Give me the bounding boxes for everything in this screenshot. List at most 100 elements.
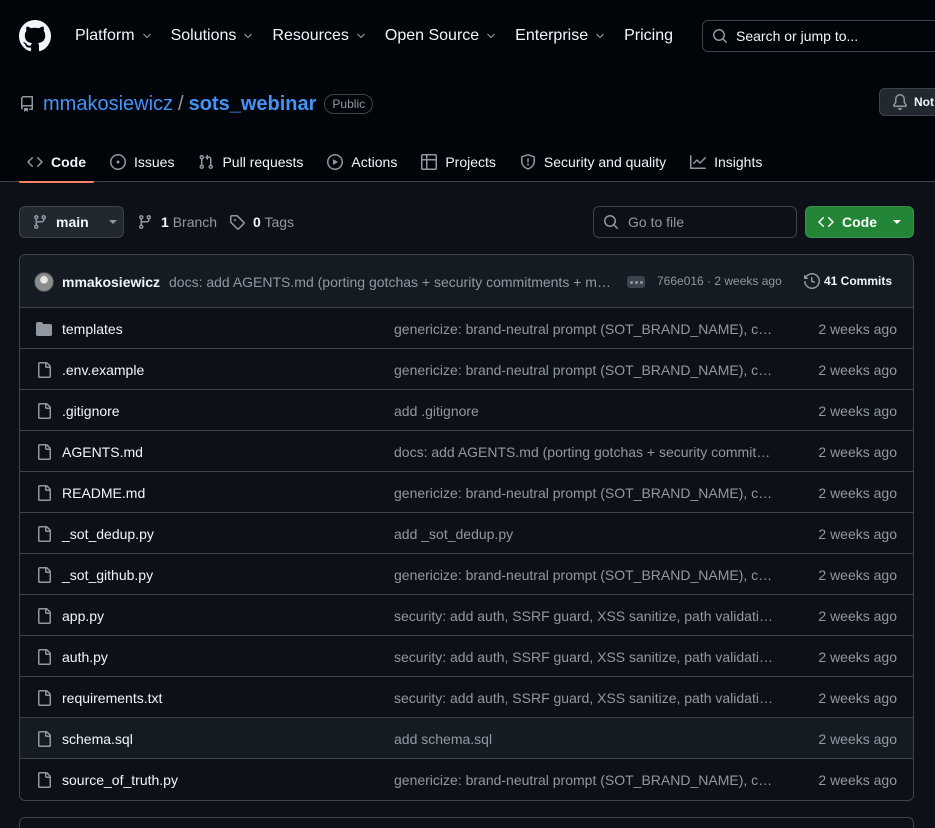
tags-link[interactable]: 0 Tags — [229, 206, 294, 238]
issue-opened-icon — [110, 154, 126, 170]
file-commit-message-link[interactable]: add schema.sql — [394, 731, 774, 747]
branches-link[interactable]: 1 Branch — [137, 206, 217, 238]
file-name-link[interactable]: .env.example — [62, 362, 144, 378]
code-icon — [27, 154, 43, 170]
file-commit-age: 2 weeks ago — [818, 321, 897, 337]
commit-author-link[interactable]: mmakosiewicz — [62, 274, 160, 290]
table-row[interactable]: templates genericize: brand-neutral promp… — [20, 308, 913, 349]
file-name-link[interactable]: app.py — [62, 608, 104, 624]
table-row[interactable]: README.md genericize: brand-neutral promp… — [20, 472, 913, 513]
file-commit-age: 2 weeks ago — [818, 731, 897, 747]
file-icon — [36, 485, 52, 501]
file-commit-age: 2 weeks ago — [818, 526, 897, 542]
table-row[interactable]: _sot_github.py genericize: brand-neutral … — [20, 554, 913, 595]
file-commit-age: 2 weeks ago — [818, 403, 897, 419]
table-row[interactable]: .gitignore add .gitignore 2 weeks ago — [20, 390, 913, 431]
nav-item-platform[interactable]: Platform — [75, 27, 153, 45]
search-input[interactable]: Search or jump to... — [702, 20, 935, 52]
visibility-badge: Public — [324, 94, 374, 114]
chevron-down-icon — [485, 30, 497, 42]
avatar[interactable] — [34, 272, 54, 292]
code-dropdown-button[interactable]: Code — [805, 206, 914, 238]
nav-item-solutions[interactable]: Solutions — [171, 27, 255, 45]
nav-item-label: Open Source — [384, 27, 480, 44]
commit-message-link[interactable]: docs: add AGENTS.md (porting gotchas + s… — [169, 274, 612, 290]
file-commit-message-link[interactable]: security: add auth, SSRF guard, XSS sani… — [394, 649, 774, 665]
file-commit-age: 2 weeks ago — [818, 567, 897, 583]
table-row[interactable]: .env.example genericize: brand-neutral pr… — [20, 349, 913, 390]
nav-item-label: Enterprise — [515, 27, 589, 44]
file-commit-message-link[interactable]: security: add auth, SSRF guard, XSS sani… — [394, 608, 774, 624]
file-name-link[interactable]: AGENTS.md — [62, 444, 143, 460]
file-commit-age: 2 weeks ago — [818, 608, 897, 624]
repo-header: mmakosiewicz / sots_webinar Public Not C… — [0, 72, 935, 183]
table-row[interactable]: auth.py security: add auth, SSRF guard, X… — [20, 636, 913, 677]
commit-sha-time[interactable]: 766e016 · 2 weeks ago — [657, 274, 782, 288]
tab-security-and-quality[interactable]: Security and quality — [512, 142, 674, 182]
commit-expand-button[interactable] — [627, 276, 645, 288]
nav-item-label: Platform — [75, 27, 135, 44]
commits-count-label: 41 Commits — [824, 274, 893, 288]
repo-icon — [19, 96, 35, 112]
file-name-link[interactable]: source_of_truth.py — [62, 772, 178, 788]
repo-name-link[interactable]: sots_webinar — [189, 93, 317, 116]
file-name-link[interactable]: .gitignore — [62, 403, 120, 419]
tab-label: Code — [51, 154, 86, 170]
repo-title: mmakosiewicz / sots_webinar Public — [19, 91, 374, 117]
file-commit-message-link[interactable]: genericize: brand-neutral prompt (SOT_BR… — [394, 362, 774, 378]
tab-label: Issues — [134, 154, 175, 170]
tab-projects[interactable]: Projects — [413, 142, 504, 182]
notifications-button[interactable]: Not — [879, 88, 935, 116]
go-to-file-input[interactable]: Go to file — [593, 206, 797, 238]
bell-icon — [892, 94, 908, 110]
table-row[interactable]: AGENTS.md docs: add AGENTS.md (porting go… — [20, 431, 913, 472]
file-commit-message-link[interactable]: docs: add AGENTS.md (porting gotchas + s… — [394, 444, 774, 460]
file-name-link[interactable]: _sot_github.py — [62, 567, 153, 583]
file-name-link[interactable]: schema.sql — [62, 731, 133, 747]
file-name-link[interactable]: requirements.txt — [62, 690, 162, 706]
chevron-down-icon — [355, 30, 367, 42]
file-icon — [36, 772, 52, 788]
table-row[interactable]: source_of_truth.py genericize: brand-neut… — [20, 759, 913, 800]
file-commit-message-link[interactable]: genericize: brand-neutral prompt (SOT_BR… — [394, 772, 774, 788]
file-name-link[interactable]: templates — [62, 321, 123, 337]
table-icon — [421, 154, 438, 170]
file-icon — [36, 567, 52, 583]
tab-code[interactable]: Code — [19, 142, 94, 183]
chevron-down-icon — [242, 30, 254, 42]
file-commit-message-link[interactable]: genericize: brand-neutral prompt (SOT_BR… — [394, 567, 774, 583]
tab-pull-requests[interactable]: Pull requests — [190, 142, 311, 182]
code-icon — [818, 214, 834, 230]
tab-actions[interactable]: Actions — [319, 142, 405, 182]
file-name-link[interactable]: _sot_dedup.py — [62, 526, 154, 542]
file-commit-message-link[interactable]: genericize: brand-neutral prompt (SOT_BR… — [394, 485, 774, 501]
nav-item-enterprise[interactable]: Enterprise — [515, 27, 606, 45]
file-commit-message-link[interactable]: genericize: brand-neutral prompt (SOT_BR… — [394, 321, 774, 337]
nav-item-pricing[interactable]: Pricing — [624, 27, 673, 45]
repo-separator: / — [178, 92, 184, 115]
branch-name: main — [56, 214, 89, 230]
table-row[interactable]: requirements.txt security: add auth, SSRF… — [20, 677, 913, 718]
file-commit-message-link[interactable]: add _sot_dedup.py — [394, 526, 774, 542]
branch-selector-button[interactable]: main — [19, 206, 124, 238]
file-commit-message-link[interactable]: security: add auth, SSRF guard, XSS sani… — [394, 690, 774, 706]
tab-insights[interactable]: Insights — [682, 142, 770, 182]
nav-item-open-source[interactable]: Open Source — [385, 27, 497, 45]
table-row[interactable]: app.py security: add auth, SSRF guard, XS… — [20, 595, 913, 636]
file-commit-message-link[interactable]: add .gitignore — [394, 403, 774, 419]
branch-count: 1 — [161, 214, 169, 230]
table-row[interactable]: _sot_dedup.py add _sot_dedup.py 2 weeks ag… — [20, 513, 913, 554]
file-name-link[interactable]: auth.py — [62, 649, 108, 665]
tab-issues[interactable]: Issues — [102, 142, 182, 182]
repo-owner-link[interactable]: mmakosiewicz — [43, 93, 173, 116]
file-list: templates genericize: brand-neutral promp… — [20, 308, 913, 800]
file-name-link[interactable]: README.md — [62, 485, 145, 501]
nav-item-resources[interactable]: Resources — [272, 27, 366, 45]
file-table: mmakosiewicz docs: add AGENTS.md (portin… — [19, 254, 914, 801]
search-icon — [603, 214, 619, 230]
github-logo-icon[interactable] — [19, 20, 51, 52]
file-icon — [36, 608, 52, 624]
tag-icon — [229, 214, 245, 230]
commits-link[interactable]: 41 Commits — [804, 273, 892, 289]
table-row[interactable]: schema.sql add schema.sql 2 weeks ago — [20, 718, 913, 759]
